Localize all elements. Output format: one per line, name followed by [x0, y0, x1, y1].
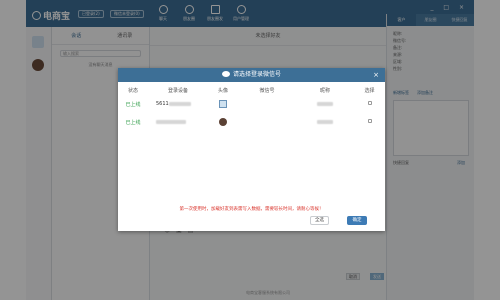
confirm-button[interactable]: 确定 [347, 216, 367, 225]
close-icon[interactable]: × [373, 68, 379, 82]
col-avatar: 头像 [217, 88, 228, 94]
table-row[interactable]: 已上线 5611 [118, 95, 385, 113]
row-select[interactable] [354, 113, 385, 131]
dialog-header: 请选择登录微信号 × [118, 68, 385, 82]
col-device: 登录设备 [167, 88, 188, 94]
dialog-title: 请选择登录微信号 [232, 71, 281, 78]
select-checkbox[interactable] [367, 101, 372, 105]
row-wechat-id [238, 113, 296, 131]
row-device: 5611 [148, 95, 208, 113]
avatar [219, 100, 227, 108]
redacted-device [168, 101, 191, 106]
avatar [219, 118, 227, 126]
wechat-icon [221, 70, 230, 77]
select-checkbox[interactable] [367, 119, 372, 123]
col-wechat-id: 微信号 [259, 88, 275, 94]
warning-text: 第一次使用时，加载好友到表需写入数据，需要较长时间，请耐心等候！ [179, 207, 324, 212]
row-select[interactable] [354, 95, 385, 113]
table-row[interactable]: 已上线 [118, 113, 385, 131]
col-status: 状态 [127, 88, 138, 94]
device-text: 5611 [156, 101, 169, 107]
row-avatar [208, 113, 238, 131]
table-header-row: 状态 登录设备 头像 微信号 昵称 选择 [118, 86, 385, 95]
select-all-button[interactable]: 全选 [310, 216, 329, 225]
col-select: 选择 [364, 88, 375, 94]
redacted-nickname [317, 101, 333, 106]
row-device [148, 113, 208, 131]
redacted-nickname [317, 119, 333, 124]
select-wechat-dialog: 请选择登录微信号 × 状态 登录设备 头像 微信号 昵称 选择 已上线 5611 [118, 68, 385, 231]
redacted-device [156, 119, 186, 124]
row-nickname [296, 113, 354, 131]
row-status: 已上线 [125, 101, 141, 108]
row-wechat-id [238, 95, 296, 113]
row-nickname [296, 95, 354, 113]
col-nickname: 昵称 [319, 88, 330, 94]
account-table: 状态 登录设备 头像 微信号 昵称 选择 已上线 5611 已上线 [118, 86, 385, 131]
row-status: 已上线 [125, 119, 141, 126]
row-avatar [208, 95, 238, 113]
